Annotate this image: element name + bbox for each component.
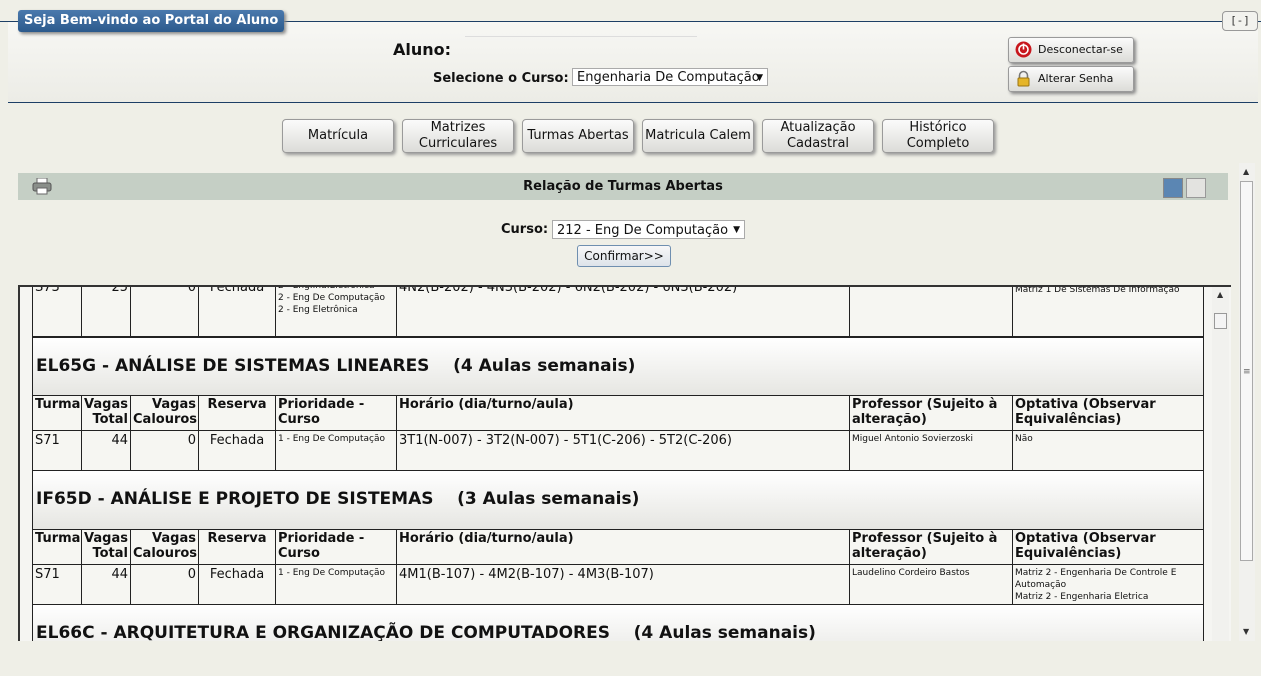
- col-header-vagas-total: Vagas Total: [81, 395, 131, 431]
- welcome-title: Seja Bem-vindo ao Portal do Aluno: [18, 10, 285, 32]
- reserva-cell: Fechada: [198, 430, 276, 471]
- col-header-optativa: Optativa (Observar Equivalências): [1012, 529, 1204, 565]
- professor-cell: Laudelino Cordeiro Bastos: [849, 564, 1013, 605]
- col-header-turma: Turma: [32, 529, 82, 565]
- scroll-up-icon[interactable]: ▲: [1243, 167, 1249, 176]
- col-header-professor: Professor (Sujeito à alteração): [849, 529, 1013, 565]
- collapse-button[interactable]: [-]: [1222, 11, 1258, 31]
- vagas-calouros-cell: 0: [130, 430, 199, 471]
- turma-cell: S71: [32, 564, 82, 605]
- col-header-horario: Horário (dia/turno/aula): [396, 395, 850, 431]
- aluno-name-field: [465, 36, 697, 37]
- subject-title: EL65G - ANÁLISE DE SISTEMAS LINEARES (4 …: [32, 337, 1204, 396]
- course-select[interactable]: Engenharia De Computação ▼: [572, 68, 768, 86]
- view-toggle-gray[interactable]: [1186, 178, 1206, 198]
- vagas-total-cell: 25: [81, 287, 131, 337]
- course-select-label: Selecione o Curso:: [433, 71, 569, 86]
- subject-title: IF65D - ANÁLISE E PROJETO DE SISTEMAS (3…: [32, 470, 1204, 530]
- col-header-turma: Turma: [32, 395, 82, 431]
- tab-matricula-calem[interactable]: Matricula Calem: [642, 119, 754, 153]
- filter-course-label: Curso:: [501, 222, 549, 237]
- optativa-cell: Matriz 1 De Sistemas De Informação: [1012, 287, 1204, 337]
- lock-icon: [1017, 70, 1030, 87]
- confirm-button[interactable]: Confirmar>>: [577, 245, 671, 267]
- grip-icon: ≡: [1243, 367, 1251, 377]
- header-panel: Aluno: Selecione o Curso: Engenharia De …: [8, 22, 1258, 103]
- col-header-prioridade: Prioridade - Curso: [275, 529, 397, 565]
- printer-icon[interactable]: [32, 178, 52, 195]
- col-header-prioridade: Prioridade - Curso: [275, 395, 397, 431]
- turma-cell: S71: [32, 430, 82, 471]
- col-header-vagas-calouros: Vagas Calouros: [130, 529, 199, 565]
- professor-cell: [849, 287, 1013, 337]
- subject-title: EL66C - ARQUITETURA E ORGANIZAÇÃO DE COM…: [32, 604, 1204, 641]
- table-scrollbar[interactable]: ▲: [1212, 287, 1229, 641]
- col-header-vagas-total: Vagas Total: [81, 529, 131, 565]
- tab-historico-completo[interactable]: Histórico Completo: [882, 119, 994, 153]
- vagas-calouros-cell: 0: [130, 287, 199, 337]
- logout-label: Desconectar-se: [1038, 43, 1123, 56]
- prioridade-cell: 1 - Eng De Computação: [275, 430, 397, 471]
- course-select-value: Engenharia De Computação: [577, 70, 760, 85]
- col-header-vagas-calouros: Vagas Calouros: [130, 395, 199, 431]
- tab-turmas-abertas[interactable]: Turmas Abertas: [522, 119, 634, 153]
- chevron-down-icon: ▼: [733, 225, 740, 235]
- tab-matricula[interactable]: Matrícula: [282, 119, 394, 153]
- horario-cell: 4M1(B-107) - 4M2(B-107) - 4M3(B-107): [396, 564, 850, 605]
- prioridade-cell: 1 - Eng De Computação: [275, 564, 397, 605]
- filter-course-value: 212 - Eng De Computação: [557, 223, 729, 238]
- tab-matrizes-curriculares[interactable]: Matrizes Curriculares: [402, 119, 514, 153]
- vagas-total-cell: 44: [81, 430, 131, 471]
- prioridade-cell: 2 - Eng.Ind.Eletrônica 2 - Eng De Comput…: [275, 287, 397, 337]
- scroll-up-icon[interactable]: ▲: [1217, 290, 1223, 299]
- turma-cell: S73: [32, 287, 82, 337]
- col-header-optativa: Optativa (Observar Equivalências): [1012, 395, 1204, 431]
- chevron-down-icon: ▼: [756, 73, 763, 83]
- horario-cell: 3T1(N-007) - 3T2(N-007) - 5T1(C-206) - 5…: [396, 430, 850, 471]
- page-scrollbar[interactable]: ▲ ≡ ▼: [1239, 163, 1255, 641]
- col-header-reserva: Reserva: [198, 529, 276, 565]
- table-scroll-thumb[interactable]: [1214, 313, 1227, 329]
- change-password-label: Alterar Senha: [1038, 72, 1114, 85]
- aluno-label: Aluno:: [393, 40, 452, 59]
- section-header-bar: Relação de Turmas Abertas: [18, 173, 1228, 200]
- optativa-cell: Não: [1012, 430, 1204, 471]
- reserva-cell: Fechada: [198, 564, 276, 605]
- optativa-cell: Matriz 2 - Engenharia De Controle E Auto…: [1012, 564, 1204, 605]
- change-password-button[interactable]: Alterar Senha: [1008, 66, 1134, 92]
- power-icon: [1015, 41, 1032, 58]
- tab-atualizacao-cadastral[interactable]: Atualização Cadastral: [762, 119, 874, 153]
- col-header-reserva: Reserva: [198, 395, 276, 431]
- horario-cell: 4N2(B-202) - 4N3(B-202) - 6N2(B-202) - 6…: [396, 287, 850, 337]
- col-header-professor: Professor (Sujeito à alteração): [849, 395, 1013, 431]
- classes-table: S73 25 0 Fechada 2 - Eng.Ind.Eletrônica …: [18, 285, 1231, 641]
- col-header-horario: Horário (dia/turno/aula): [396, 529, 850, 565]
- reserva-cell: Fechada: [198, 287, 276, 337]
- filter-course-select[interactable]: 212 - Eng De Computação ▼: [552, 220, 745, 239]
- view-toggle-blue[interactable]: [1163, 178, 1183, 198]
- professor-cell: Miguel Antonio Sovierzoski: [849, 430, 1013, 471]
- section-title: Relação de Turmas Abertas: [523, 179, 723, 194]
- logout-button[interactable]: Desconectar-se: [1008, 37, 1134, 63]
- vagas-calouros-cell: 0: [130, 564, 199, 605]
- vagas-total-cell: 44: [81, 564, 131, 605]
- scroll-down-icon[interactable]: ▼: [1243, 627, 1249, 636]
